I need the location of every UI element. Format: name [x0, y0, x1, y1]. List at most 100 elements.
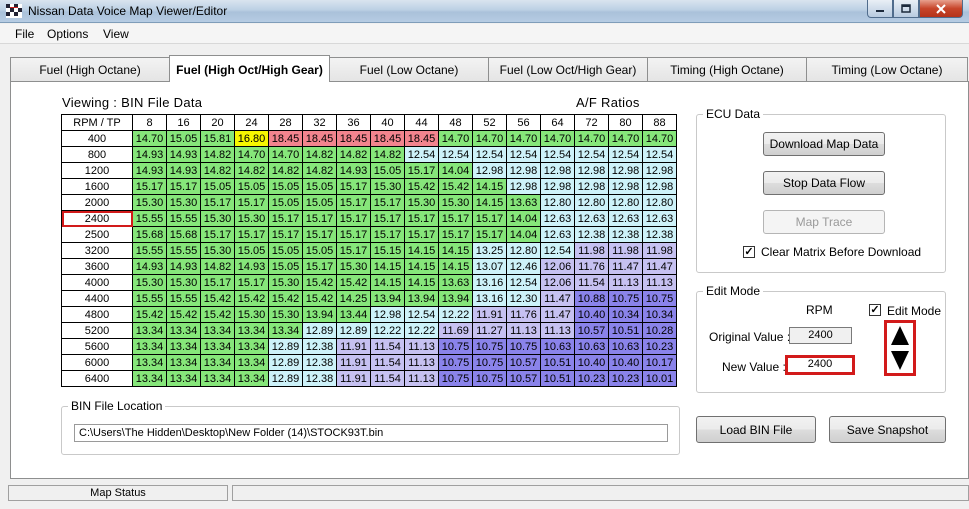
fuel-cell[interactable]: 14.70	[234, 146, 269, 163]
fuel-cell[interactable]: 15.42	[132, 306, 167, 323]
fuel-cell[interactable]: 15.17	[166, 178, 201, 195]
download-map-data-button[interactable]: Download Map Data	[763, 132, 885, 156]
fuel-cell[interactable]: 12.38	[574, 226, 609, 243]
fuel-cell[interactable]: 13.34	[166, 322, 201, 339]
rpm-row-header[interactable]: 400	[61, 130, 133, 147]
fuel-cell[interactable]: 12.63	[608, 210, 643, 227]
fuel-cell[interactable]: 15.05	[234, 178, 269, 195]
fuel-cell[interactable]: 11.13	[404, 370, 439, 387]
fuel-cell[interactable]: 10.63	[574, 338, 609, 355]
fuel-cell[interactable]: 14.15	[404, 274, 439, 291]
fuel-cell[interactable]: 14.15	[438, 242, 473, 259]
fuel-cell[interactable]: 15.30	[370, 178, 405, 195]
fuel-cell[interactable]: 15.17	[234, 194, 269, 211]
fuel-cell[interactable]: 14.93	[166, 146, 201, 163]
fuel-cell[interactable]: 12.22	[370, 322, 405, 339]
fuel-cell[interactable]: 10.34	[642, 306, 677, 323]
fuel-cell[interactable]: 13.34	[132, 354, 167, 371]
fuel-cell[interactable]: 10.51	[540, 370, 575, 387]
fuel-cell[interactable]: 12.80	[540, 194, 575, 211]
fuel-cell[interactable]: 14.70	[132, 130, 167, 147]
fuel-cell[interactable]: 15.17	[200, 194, 235, 211]
fuel-cell[interactable]: 12.80	[608, 194, 643, 211]
fuel-cell[interactable]: 15.55	[132, 242, 167, 259]
fuel-cell[interactable]: 12.98	[506, 178, 541, 195]
fuel-cell[interactable]: 13.94	[438, 290, 473, 307]
fuel-cell[interactable]: 15.30	[200, 210, 235, 227]
fuel-cell[interactable]: 15.30	[268, 306, 303, 323]
load-bin-file-button[interactable]: Load BIN File	[696, 416, 816, 443]
fuel-cell[interactable]: 13.94	[370, 290, 405, 307]
fuel-cell[interactable]: 15.30	[438, 194, 473, 211]
fuel-cell[interactable]: 15.42	[302, 274, 337, 291]
fuel-cell[interactable]: 10.75	[642, 290, 677, 307]
fuel-cell[interactable]: 12.38	[302, 338, 337, 355]
fuel-cell[interactable]: 14.70	[608, 130, 643, 147]
rpm-row-header[interactable]: 3600	[61, 258, 133, 275]
fuel-cell[interactable]: 12.89	[268, 338, 303, 355]
fuel-cell[interactable]: 15.17	[336, 194, 371, 211]
fuel-cell[interactable]: 10.57	[506, 370, 541, 387]
fuel-cell[interactable]: 10.75	[608, 290, 643, 307]
fuel-cell[interactable]: 15.17	[404, 226, 439, 243]
menu-options[interactable]: Options	[47, 27, 88, 41]
fuel-cell[interactable]: 15.17	[268, 210, 303, 227]
fuel-cell[interactable]: 14.82	[302, 146, 337, 163]
fuel-cell[interactable]: 11.98	[574, 242, 609, 259]
fuel-cell[interactable]: 13.94	[404, 290, 439, 307]
fuel-cell[interactable]: 12.63	[574, 210, 609, 227]
fuel-cell[interactable]: 10.75	[472, 354, 507, 371]
menu-file[interactable]: File	[15, 27, 34, 41]
fuel-cell[interactable]: 10.75	[438, 370, 473, 387]
rpm-row-header[interactable]: 2500	[61, 226, 133, 243]
fuel-cell[interactable]: 12.98	[642, 178, 677, 195]
map-trace-button[interactable]: Map Trace	[763, 210, 885, 234]
fuel-cell[interactable]: 12.38	[608, 226, 643, 243]
bin-path-input[interactable]: C:\Users\The Hidden\Desktop\New Folder (…	[74, 424, 668, 442]
fuel-cell[interactable]: 15.05	[268, 178, 303, 195]
fuel-cell[interactable]: 14.04	[506, 226, 541, 243]
fuel-cell[interactable]: 14.15	[370, 258, 405, 275]
rpm-row-header[interactable]: 1600	[61, 178, 133, 195]
fuel-cell[interactable]: 10.75	[472, 370, 507, 387]
fuel-cell[interactable]: 15.05	[268, 242, 303, 259]
fuel-cell[interactable]: 12.54	[404, 146, 439, 163]
fuel-cell[interactable]: 10.23	[574, 370, 609, 387]
fuel-cell[interactable]: 13.34	[234, 322, 269, 339]
fuel-cell[interactable]: 10.23	[608, 370, 643, 387]
fuel-cell[interactable]: 11.27	[472, 322, 507, 339]
fuel-cell[interactable]: 12.89	[268, 354, 303, 371]
close-button[interactable]	[919, 0, 963, 18]
tab-fuel-low-oct-high-gear[interactable]: Fuel (Low Oct/High Gear)	[488, 57, 648, 82]
fuel-cell[interactable]: 14.15	[438, 258, 473, 275]
maximize-button[interactable]	[893, 0, 919, 18]
fuel-cell[interactable]: 13.34	[234, 370, 269, 387]
fuel-cell[interactable]: 12.98	[574, 178, 609, 195]
fuel-cell[interactable]: 15.42	[404, 178, 439, 195]
fuel-cell[interactable]: 15.42	[234, 290, 269, 307]
fuel-cell[interactable]: 15.17	[234, 226, 269, 243]
fuel-cell[interactable]: 13.34	[200, 370, 235, 387]
fuel-cell[interactable]: 12.38	[642, 226, 677, 243]
fuel-cell[interactable]: 14.70	[506, 130, 541, 147]
fuel-cell[interactable]: 15.17	[302, 226, 337, 243]
fuel-cell[interactable]: 15.05	[302, 178, 337, 195]
fuel-cell[interactable]: 14.82	[336, 146, 371, 163]
fuel-cell[interactable]: 14.70	[642, 130, 677, 147]
fuel-cell[interactable]: 11.13	[608, 274, 643, 291]
fuel-cell[interactable]: 11.13	[404, 354, 439, 371]
fuel-cell[interactable]: 12.98	[574, 162, 609, 179]
fuel-cell[interactable]: 13.44	[336, 306, 371, 323]
fuel-cell[interactable]: 11.98	[608, 242, 643, 259]
fuel-cell[interactable]: 12.54	[438, 146, 473, 163]
fuel-cell[interactable]: 13.34	[234, 354, 269, 371]
tab-timing-low-octane[interactable]: Timing (Low Octane)	[806, 57, 968, 82]
fuel-cell[interactable]: 15.42	[336, 274, 371, 291]
clear-matrix-checkbox[interactable]: ✓	[743, 246, 755, 258]
fuel-cell[interactable]: 11.98	[642, 242, 677, 259]
fuel-cell[interactable]: 10.75	[438, 354, 473, 371]
fuel-cell[interactable]: 14.04	[506, 210, 541, 227]
fuel-cell[interactable]: 15.30	[234, 210, 269, 227]
fuel-cell[interactable]: 15.68	[166, 226, 201, 243]
fuel-cell[interactable]: 13.07	[472, 258, 507, 275]
